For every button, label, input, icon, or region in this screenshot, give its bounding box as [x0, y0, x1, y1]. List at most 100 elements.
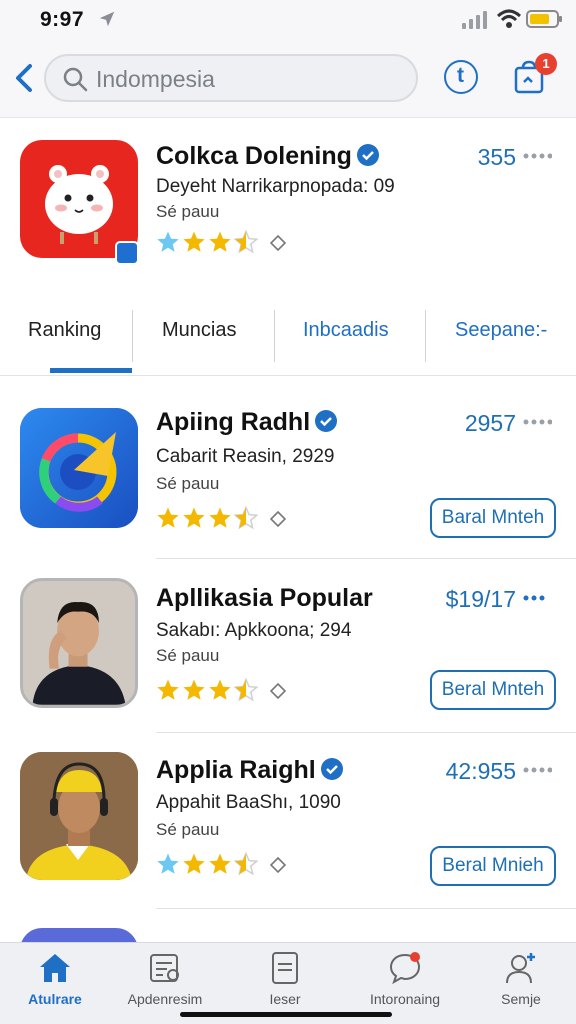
more-options-icon[interactable]	[522, 418, 552, 426]
app-meta: Sé pauu	[156, 474, 220, 493]
verified-icon	[320, 758, 343, 780]
document-icon	[272, 952, 298, 984]
star-icon	[209, 679, 231, 700]
star-icon	[234, 506, 258, 530]
star-icon	[234, 230, 258, 254]
app-title-text: Applia Raighl	[156, 756, 316, 784]
featured-title-text: Colkca Dolening	[156, 142, 352, 170]
star-icon	[183, 507, 205, 528]
more-options-icon[interactable]	[522, 152, 552, 160]
back-icon[interactable]	[10, 58, 40, 98]
signal-icon	[462, 11, 487, 29]
tab-home-label: Atulrare	[28, 991, 82, 1007]
star-icon	[157, 231, 179, 252]
add-user-icon	[506, 953, 535, 984]
star-icon	[183, 231, 205, 252]
row-divider	[156, 732, 576, 733]
app-list-item[interactable]: Apllikasia Popular Sakabı: Apkkoona; 294…	[0, 560, 576, 733]
app-rating	[156, 852, 286, 876]
featured-count: 355	[477, 144, 516, 170]
star-icon	[234, 678, 258, 702]
app-title: Apiing Radhl	[156, 408, 338, 437]
row-divider	[156, 558, 576, 559]
search-header: Indompesia t 1	[0, 40, 576, 118]
diamond-icon	[270, 683, 286, 699]
wifi-icon	[496, 9, 522, 28]
app-subtitle: Appahit BaaShı, 1090	[156, 792, 341, 813]
star-icon	[157, 507, 179, 528]
status-time: 9:97	[40, 8, 85, 31]
tab-ieser-label: Ieser	[269, 991, 301, 1007]
app-meta: Sé pauu	[156, 820, 220, 839]
cart-badge: 1	[535, 53, 557, 75]
category-tabs: Ranking Muncias Inbcaadis Seepane:-	[0, 306, 576, 376]
app-rating	[156, 678, 286, 702]
star-icon	[183, 679, 205, 700]
app-action-button[interactable]: Baral Mnteh	[430, 498, 556, 538]
battery-icon	[526, 10, 562, 28]
star-icon	[234, 852, 258, 876]
app-list-item[interactable]: Applia Raighl Appahit BaaShı, 1090 Sé pa…	[0, 734, 576, 909]
tab-divider	[274, 310, 275, 362]
tab-divider	[425, 310, 426, 362]
featured-badge-icon	[115, 241, 139, 265]
app-list-item[interactable]: Apiing Radhl Cabarit Reasin, 2929 Sé pau…	[0, 392, 576, 559]
tab-seepane[interactable]: Seepane:-	[455, 306, 547, 374]
tab-intoronaing[interactable]: Intoronaing	[350, 951, 460, 1007]
featured-subtitle: Deyeht Narrikarpnopada: 09	[156, 176, 395, 197]
diamond-icon	[270, 857, 286, 873]
more-options-icon[interactable]	[522, 766, 552, 774]
man-portrait[interactable]	[20, 578, 138, 708]
app-action-button[interactable]: Beral Mnieh	[430, 846, 556, 886]
app-action-button[interactable]: Beral Mnteh	[430, 670, 556, 710]
tab-semje-label: Semje	[501, 991, 541, 1007]
tab-ieser[interactable]: Ieser	[230, 951, 340, 1007]
chat-icon	[389, 952, 421, 985]
diamond-icon	[270, 235, 286, 251]
more-options-icon[interactable]	[522, 594, 552, 602]
featured-meta: Sé pauu	[156, 202, 220, 221]
home-indicator	[180, 1012, 392, 1017]
tab-intoronaing-label: Intoronaing	[369, 991, 441, 1007]
home-icon	[40, 954, 70, 982]
tab-home[interactable]: Atulrare	[0, 951, 110, 1007]
location-arrow-icon	[99, 11, 115, 27]
active-tab-indicator	[50, 368, 132, 373]
search-icon	[63, 67, 88, 92]
tab-divider	[132, 310, 133, 362]
tab-inbcaadis[interactable]: Inbcaadis	[303, 306, 389, 374]
tab-semje[interactable]: Semje	[466, 951, 576, 1007]
search-input[interactable]: Indompesia	[44, 54, 418, 102]
app-count: $19/17	[445, 586, 516, 612]
translate-button[interactable]: t	[444, 60, 478, 94]
app-subtitle: Sakabı: Apkkoona; 294	[156, 620, 352, 641]
star-icon	[209, 507, 231, 528]
tab-muncias[interactable]: Muncias	[162, 306, 236, 374]
app-title-text: Apiing Radhl	[156, 408, 311, 436]
star-icon	[157, 679, 179, 700]
tab-apdenresim[interactable]: Apdenresim	[110, 951, 220, 1007]
star-icon	[209, 853, 231, 874]
star-icon	[209, 231, 231, 252]
star-icon	[157, 853, 179, 874]
featured-title: Colkca Dolening	[156, 142, 380, 171]
tab-ranking[interactable]: Ranking	[28, 306, 101, 374]
featured-rating	[156, 230, 286, 254]
search-value: Indompesia	[96, 66, 215, 92]
app-title: Apllikasia Popular	[156, 584, 373, 612]
verified-icon	[315, 410, 338, 432]
app-count: 2957	[464, 410, 516, 436]
status-bar: 9:97	[0, 0, 576, 40]
star-icon	[183, 853, 205, 874]
diamond-icon	[270, 511, 286, 527]
man-yellow-portrait[interactable]	[20, 752, 138, 880]
app-title: Applia Raighl	[156, 756, 344, 785]
app-subtitle: Cabarit Reasin, 2929	[156, 446, 335, 467]
app-count: 42:955	[445, 758, 516, 784]
tab-apdenresim-label: Apdenresim	[127, 991, 203, 1007]
featured-app[interactable]: Colkca Dolening Deyeht Narrikarpnopada: …	[0, 118, 576, 290]
row-divider	[156, 908, 576, 909]
app-meta: Sé pauu	[156, 646, 220, 665]
color-wheel-icon[interactable]	[20, 408, 138, 528]
verified-icon	[356, 144, 379, 166]
